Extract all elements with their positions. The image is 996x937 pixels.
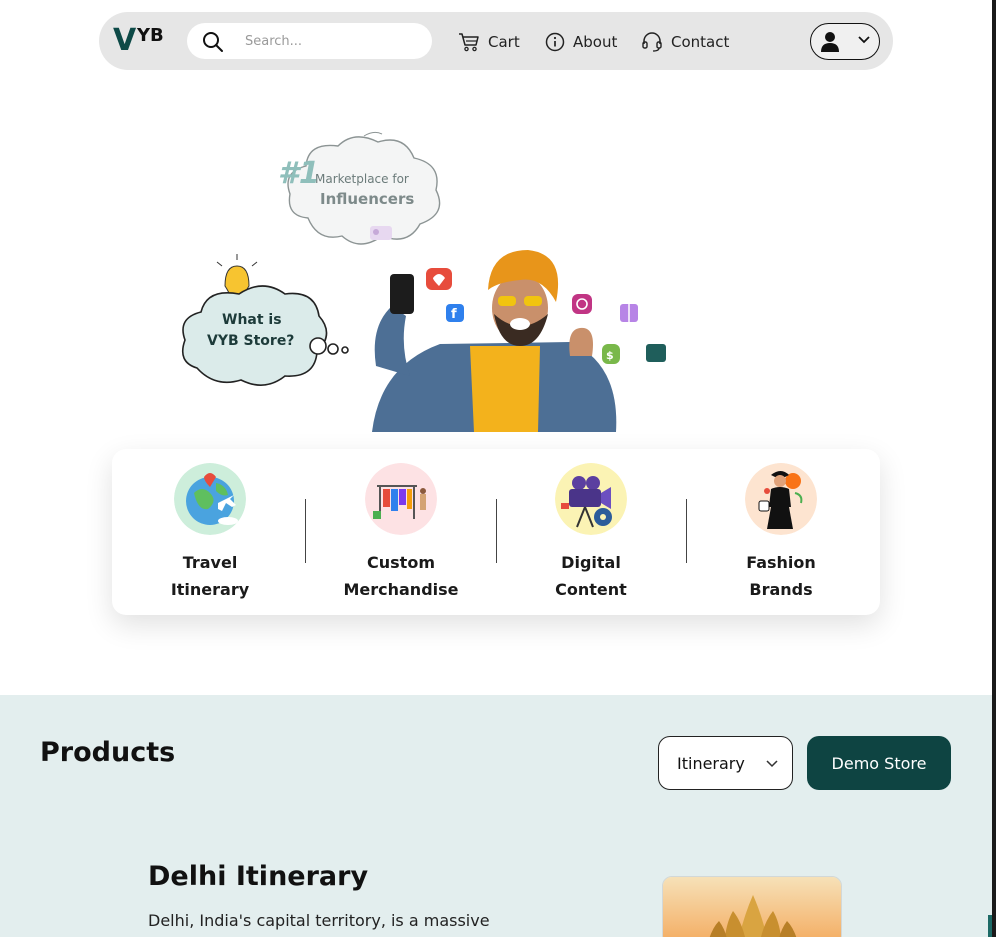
nav-cart-link[interactable]: Cart: [458, 31, 520, 53]
top-navbar: V YB Cart About Cont: [99, 12, 893, 70]
filter-selected-value: Itinerary: [677, 754, 745, 773]
info-icon: [545, 32, 565, 52]
category-label-line-1: Digital: [561, 553, 621, 572]
category-custom-merchandise[interactable]: Custom Merchandise: [326, 463, 476, 603]
user-icon: [821, 32, 839, 52]
category-label-line-2: Itinerary: [170, 580, 250, 599]
question-line-1: What is: [222, 312, 282, 328]
fashion-model-icon: [745, 463, 817, 535]
products-heading: Products: [40, 737, 176, 768]
products-section: Products Itinerary Demo Store Delhi Itin…: [0, 695, 992, 937]
tagline-line-1: Marketplace for: [315, 172, 409, 186]
category-filter-select[interactable]: Itinerary: [658, 736, 793, 790]
page-scrollbar[interactable]: [992, 0, 996, 937]
cart-icon: [459, 33, 479, 52]
nav-about-label: About: [573, 33, 618, 51]
nav-cart-label: Cart: [488, 33, 520, 51]
search-input[interactable]: [245, 31, 415, 51]
nav-about-link[interactable]: About: [545, 31, 617, 53]
category-travel-itinerary[interactable]: Travel Itinerary: [135, 463, 285, 603]
lotus-temple-image[interactable]: [662, 876, 842, 937]
question-line-2: VYB Store?: [207, 333, 295, 349]
film-camera-icon: [555, 463, 627, 535]
category-label-line-1: Travel: [182, 553, 238, 572]
account-menu-button[interactable]: [810, 23, 880, 60]
category-digital-content[interactable]: Digital Content: [516, 463, 666, 603]
product-title[interactable]: Delhi Itinerary: [148, 861, 368, 892]
nav-contact-label: Contact: [671, 33, 730, 51]
travel-globe-icon: [174, 463, 246, 535]
category-divider: [305, 499, 306, 563]
nav-contact-link[interactable]: Contact: [641, 31, 729, 53]
category-label-line-1: Fashion: [746, 553, 816, 572]
search-bar: [187, 23, 432, 59]
logo-yb: YB: [137, 25, 164, 46]
logo-v: V: [113, 23, 137, 58]
category-label-line-2: Merchandise: [343, 580, 459, 599]
category-fashion-brands[interactable]: Fashion Brands: [706, 463, 856, 603]
category-panel: Travel Itinerary Custom Merchandise Digi…: [112, 449, 880, 615]
chevron-down-icon: [858, 36, 870, 44]
svg-text:$: $: [606, 349, 614, 362]
rank-badge: #1: [278, 156, 320, 191]
svg-text:f: f: [451, 307, 457, 322]
page-corner-marker: [988, 915, 992, 937]
category-label-line-2: Content: [555, 580, 627, 599]
category-label-line-2: Brands: [749, 580, 813, 599]
demo-store-button[interactable]: Demo Store: [807, 736, 951, 790]
product-description: Delhi, India's capital territory, is a m…: [148, 911, 490, 930]
category-divider: [496, 499, 497, 563]
clothing-rack-icon: [365, 463, 437, 535]
search-icon[interactable]: [201, 30, 225, 54]
category-divider: [686, 499, 687, 563]
category-label-line-1: Custom: [367, 553, 435, 572]
vyb-logo[interactable]: V YB: [113, 26, 169, 58]
tagline-line-2: Influencers: [320, 190, 415, 208]
hero-illustration: #1 Marketplace for Influencers What is V…: [170, 120, 690, 432]
headset-icon: [642, 32, 662, 52]
chevron-down-icon: [766, 760, 778, 768]
influencer-photo: f $: [372, 250, 666, 432]
